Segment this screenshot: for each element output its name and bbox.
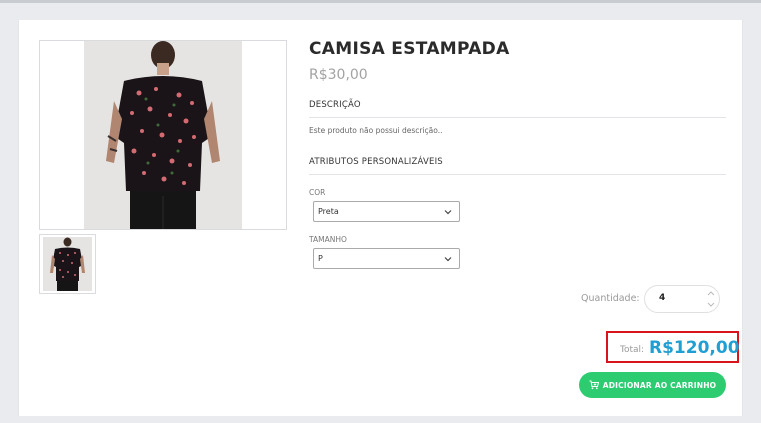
quantity-label: Quantidade: — [581, 293, 640, 304]
size-label: TAMANHO — [309, 235, 347, 244]
total-highlight-box: Total: R$120,00 — [606, 331, 740, 363]
chevron-down-icon — [444, 257, 452, 262]
spinner-arrows-icon[interactable] — [703, 286, 719, 312]
size-select[interactable]: P — [313, 248, 460, 269]
color-select[interactable]: Preta — [313, 201, 460, 222]
shirt-model-photo — [106, 41, 220, 229]
cart-plus-icon — [589, 380, 599, 390]
chevron-down-icon — [444, 210, 452, 215]
product-main-image[interactable] — [39, 40, 287, 230]
product-title: CAMISA ESTAMPADA — [309, 39, 510, 59]
size-select-value: P — [318, 254, 323, 263]
total-value: R$120,00 — [649, 338, 740, 358]
quantity-stepper[interactable]: 4 — [644, 285, 720, 313]
top-border — [0, 0, 761, 3]
add-to-cart-button[interactable]: ADICIONAR AO CARRINHO — [579, 372, 726, 398]
attributes-heading: ATRIBUTOS PERSONALIZÁVEIS — [309, 157, 443, 167]
product-price: R$30,00 — [309, 67, 368, 83]
attributes-divider — [309, 174, 726, 175]
description-text: Este produto não possui descrição.. — [309, 126, 443, 135]
thumbnail-photo — [50, 237, 85, 291]
color-select-value: Preta — [318, 207, 339, 216]
add-to-cart-label: ADICIONAR AO CARRINHO — [602, 380, 717, 390]
quantity-value: 4 — [659, 293, 666, 303]
color-label: COR — [309, 188, 326, 197]
product-thumbnail[interactable] — [39, 234, 96, 294]
description-heading: DESCRIÇÃO — [309, 100, 361, 110]
description-divider — [309, 117, 726, 118]
total-label: Total: — [620, 345, 645, 355]
product-card: CAMISA ESTAMPADA R$30,00 DESCRIÇÃO Este … — [18, 20, 743, 416]
